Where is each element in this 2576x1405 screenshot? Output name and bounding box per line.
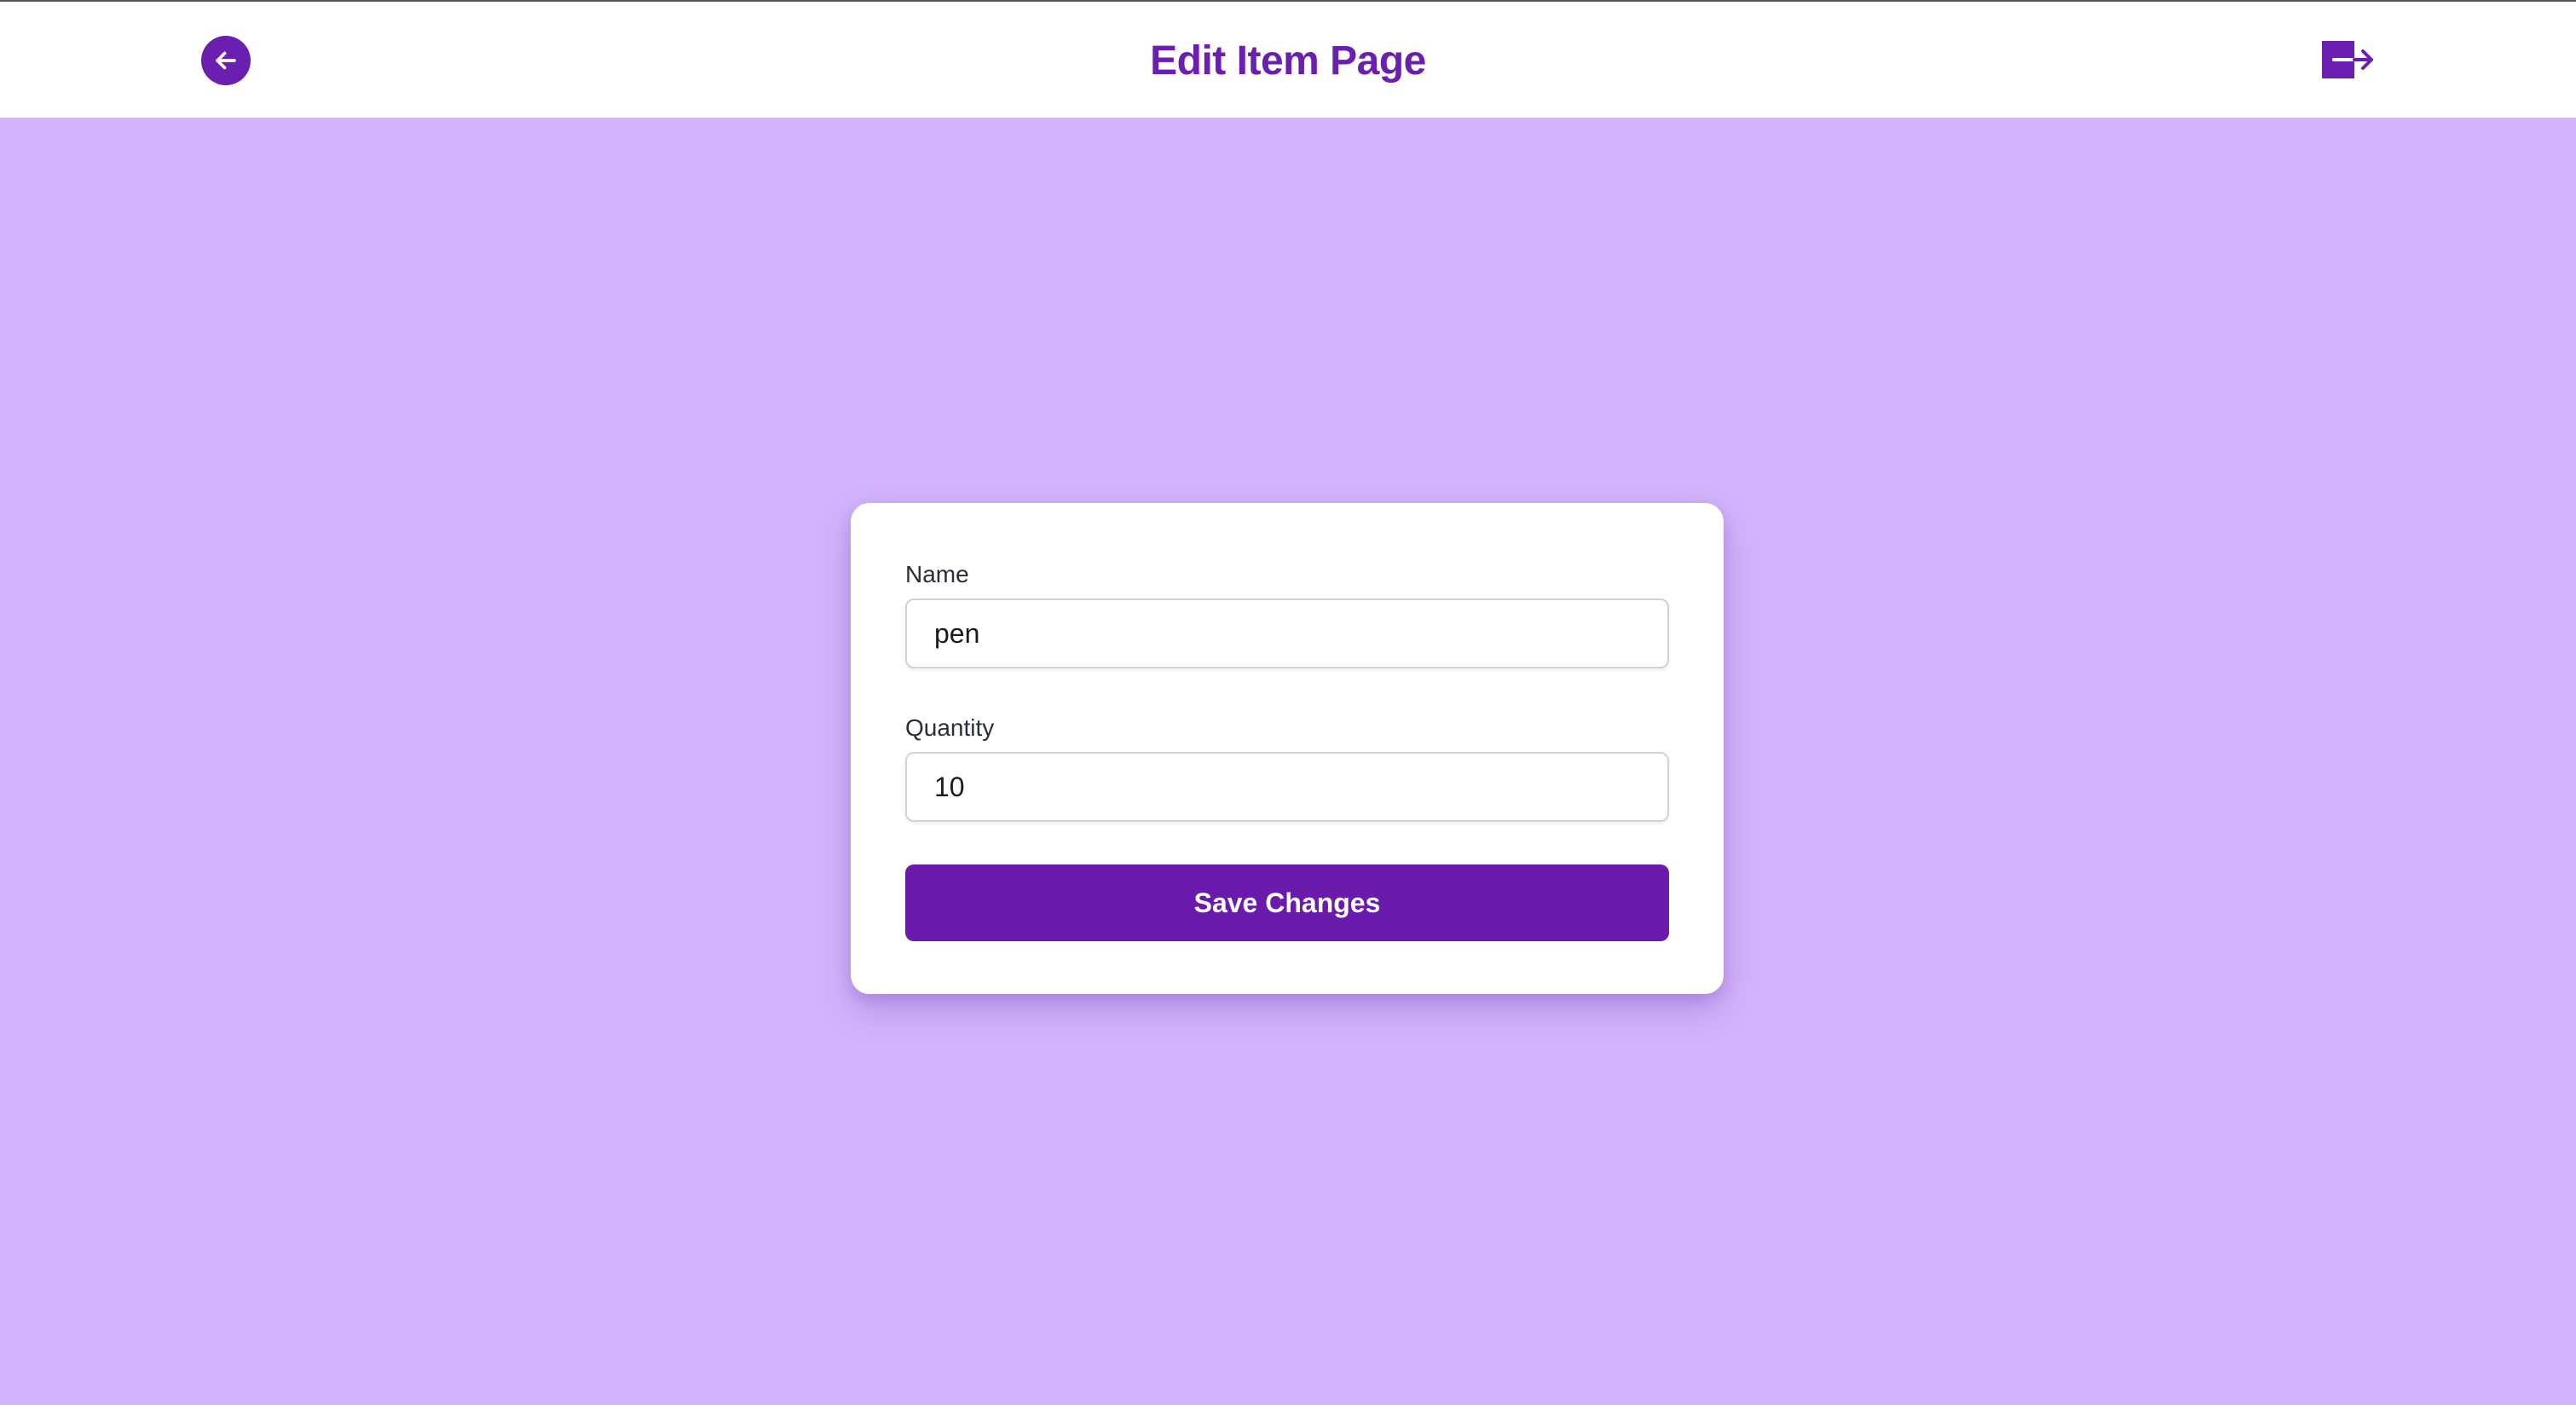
save-changes-button[interactable]: Save Changes [905, 864, 1669, 941]
logout-button[interactable] [2320, 36, 2375, 84]
edit-item-card: Name Quantity Save Changes [851, 503, 1724, 994]
quantity-input[interactable] [905, 752, 1669, 822]
quantity-label: Quantity [905, 714, 995, 741]
page-title: Edit Item Page [1150, 38, 1426, 84]
name-input[interactable] [905, 598, 1669, 668]
name-label: Name [905, 561, 969, 587]
page-header: Edit Item Page [0, 2, 2576, 118]
logout-icon [2320, 36, 2375, 84]
